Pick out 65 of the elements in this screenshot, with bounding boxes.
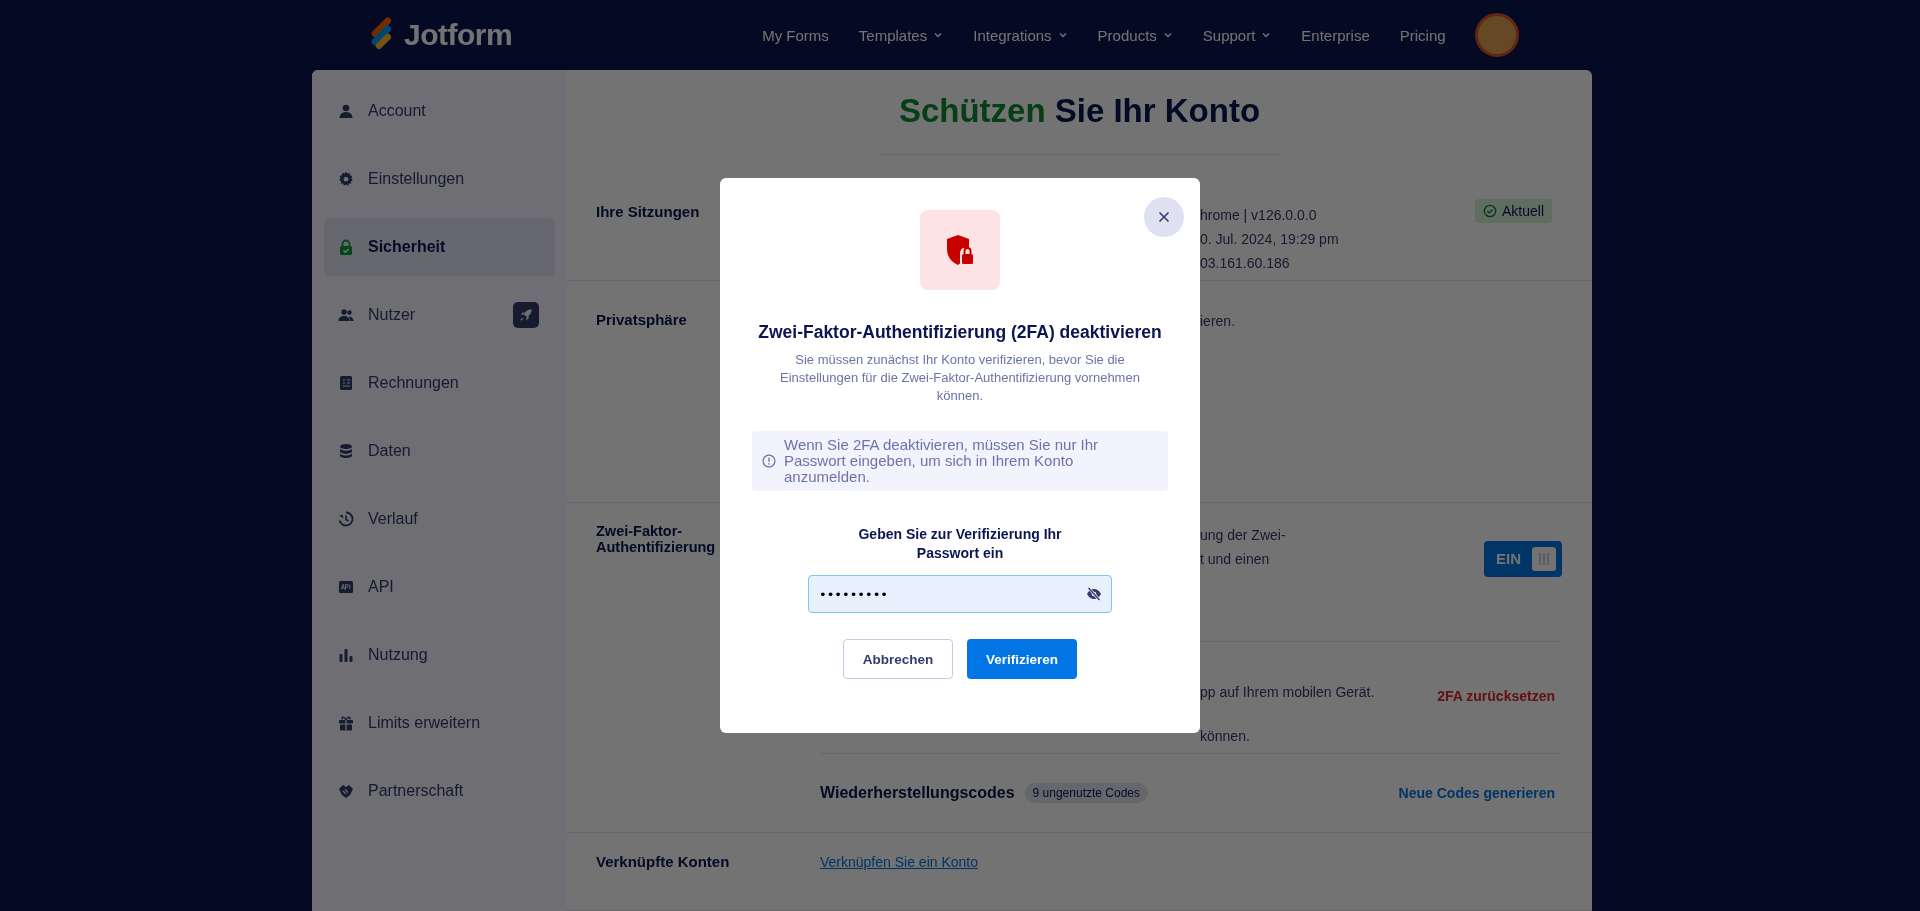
padlock-icon bbox=[338, 239, 354, 255]
gift-icon bbox=[338, 715, 354, 731]
recovery-codes-label: Wiederherstellungscodes bbox=[820, 783, 1015, 802]
page-title: Schützen Sie Ihr Konto bbox=[897, 92, 1262, 130]
sidebar-item[interactable]: Nutzer bbox=[324, 286, 555, 344]
description-text: ung der Zwei- bbox=[1200, 525, 1286, 545]
person-icon bbox=[338, 103, 354, 119]
link-account-link[interactable]: Verknüpfen Sie ein Konto bbox=[820, 853, 978, 870]
current-badge: Aktuell bbox=[1474, 198, 1552, 223]
field-label: Geben Sie zur Verifizierung Ihr Passwort ein bbox=[857, 525, 1063, 563]
sidebar-item[interactable]: Rechnungen bbox=[324, 354, 555, 412]
nav-link[interactable]: Enterprise bbox=[1286, 26, 1385, 44]
avatar[interactable] bbox=[1474, 13, 1519, 57]
eye-slash-icon[interactable] bbox=[1086, 587, 1102, 601]
sidebar-item[interactable]: Einstellungen bbox=[324, 150, 555, 208]
nav-link[interactable]: Support bbox=[1187, 26, 1287, 44]
cancel-button[interactable]: Abbrechen bbox=[843, 639, 953, 679]
nav-link[interactable]: Templates bbox=[843, 26, 959, 44]
receipt-icon bbox=[338, 375, 354, 391]
sidebar-item[interactable]: Limits erweitern bbox=[324, 694, 555, 752]
shield-lock-icon bbox=[945, 233, 975, 267]
people-icon bbox=[338, 307, 354, 323]
info-icon bbox=[762, 454, 776, 468]
dialog-title: Zwei-Faktor-Authentifizierung (2FA) deaktivieren bbox=[758, 322, 1162, 343]
description-text: hrome | v126.0.0.0 bbox=[1200, 205, 1318, 225]
gear-icon bbox=[338, 171, 354, 187]
handshake-icon bbox=[338, 783, 354, 799]
toggle-switch[interactable]: EIN bbox=[1484, 540, 1562, 577]
sidebar-item[interactable]: Account bbox=[324, 82, 555, 140]
section-label: Privatsphäre bbox=[596, 311, 688, 329]
section-label: Zwei-Faktor-Authentifizierung bbox=[596, 522, 717, 555]
nav-link[interactable]: Products bbox=[1082, 26, 1188, 44]
description-text: 03.161.60.186 bbox=[1200, 253, 1291, 273]
nav-link[interactable]: My Forms bbox=[747, 26, 844, 44]
description-text: t und einen bbox=[1200, 549, 1271, 569]
toggle-handle[interactable] bbox=[1532, 546, 1556, 571]
close-icon bbox=[1158, 211, 1170, 223]
jotform-logo[interactable]: Jotform bbox=[358, 16, 513, 54]
sidebar-item[interactable]: Partnerschaft bbox=[324, 762, 555, 820]
nav-link[interactable]: Pricing bbox=[1384, 26, 1461, 44]
verify-button[interactable]: Verifizieren bbox=[967, 639, 1077, 679]
description-text: können. bbox=[1200, 726, 1251, 746]
notice-text: Wenn Sie 2FA deaktivieren, müssen Sie nur Ihr Passwort eingeben, um sich in Ihrem Konto anzumelden. bbox=[784, 437, 1100, 485]
generate-codes-link[interactable]: Neue Codes generieren bbox=[1398, 784, 1555, 801]
bar-chart-icon bbox=[338, 647, 354, 663]
history-icon bbox=[338, 511, 354, 527]
database-icon bbox=[338, 443, 354, 459]
description-text: pp auf Ihrem mobilen Gerät. bbox=[1200, 682, 1375, 702]
dialog-description: Sie müssen zunächst Ihr Konto verifizieren, bevor Sie die Einstellungen für die Zwei-Faktor-Authentifizierung vornehmen können. bbox=[779, 351, 1141, 405]
reset-link[interactable]: 2FA zurücksetzen bbox=[1437, 687, 1555, 704]
description-text: 0. Jul. 2024, 19:29 pm bbox=[1200, 229, 1340, 249]
sidebar-item[interactable]: Sicherheit bbox=[324, 218, 555, 276]
nav-link[interactable]: Integrations bbox=[958, 26, 1083, 44]
check-circle-icon bbox=[1482, 203, 1497, 218]
password-field[interactable]: ••••••••• bbox=[808, 575, 1112, 613]
description-text: ieren. bbox=[1200, 312, 1237, 332]
close-button[interactable] bbox=[1144, 197, 1184, 237]
sidebar-item[interactable]: Verlauf bbox=[324, 490, 555, 548]
sidebar-item[interactable]: Daten bbox=[324, 422, 555, 480]
count-badge: 9 ungenutzte Codes bbox=[1024, 782, 1148, 803]
sidebar-item[interactable]: Nutzung bbox=[324, 626, 555, 684]
section-label: Ihre Sitzungen bbox=[596, 202, 701, 220]
section-label: Verknüpfte Konten bbox=[596, 852, 731, 870]
sidebar-item[interactable]: API bbox=[324, 558, 555, 616]
api-icon bbox=[338, 579, 354, 595]
